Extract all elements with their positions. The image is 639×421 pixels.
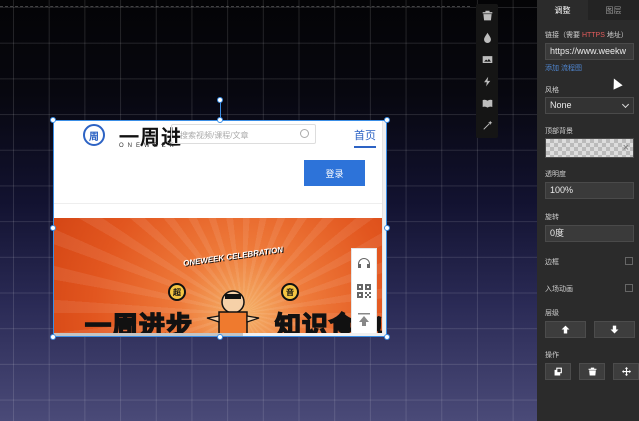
trash-icon [588, 367, 596, 376]
rotate-label: 旋转 [545, 214, 559, 221]
entry-animation-label: 入场动画 [545, 286, 573, 293]
link-label: 链接（需要 HTTPS 地址） [545, 30, 628, 40]
image-icon[interactable] [476, 48, 498, 70]
center-button[interactable] [613, 363, 639, 380]
opacity-label: 透明度 [545, 171, 566, 178]
top-background-picker[interactable]: × [545, 138, 634, 158]
layer-buttons [545, 321, 635, 338]
floating-service-bar [351, 248, 377, 334]
qrcode-icon[interactable] [356, 283, 372, 299]
search-icon[interactable] [300, 129, 309, 138]
site-banner[interactable]: ONEWEEK CELEBRATION 超 音 一周进步 知识食地 [53, 218, 383, 334]
site-logo-subtitle: ONEWEEK [119, 143, 178, 149]
ops-buttons [545, 363, 639, 380]
resize-handle-w[interactable] [50, 225, 56, 231]
mascot-illustration [206, 290, 260, 334]
resize-handle-nw[interactable] [50, 117, 56, 123]
opacity-input[interactable]: 100% [545, 182, 634, 199]
link-label-suffix: 地址） [604, 32, 628, 39]
layer-up-button[interactable] [545, 321, 586, 338]
copy-icon [554, 367, 562, 376]
banner-badge-left: 超 [168, 283, 186, 301]
rotate-input[interactable]: 0度 [545, 225, 634, 242]
flash-icon[interactable] [476, 70, 498, 92]
link-label-prefix: 链接（需要 [545, 32, 582, 39]
resize-handle-sw[interactable] [50, 334, 56, 340]
link-help[interactable]: 添加 流程图 [545, 63, 582, 73]
resize-handle-s[interactable] [217, 334, 223, 340]
site-header: 周 一周进 ONEWEEK 搜索视频/课程/文章 首页 登录 [53, 120, 383, 204]
link-input[interactable]: https://www.weekw [545, 43, 634, 60]
border-label: 边框 [545, 259, 559, 266]
site-search-input[interactable]: 搜索视频/课程/文章 [171, 124, 316, 144]
arrow-down-icon [610, 325, 619, 334]
resize-handle-n[interactable] [217, 117, 223, 123]
login-button[interactable]: 登录 [304, 160, 365, 186]
duplicate-button[interactable] [545, 363, 571, 380]
layer-label: 层级 [545, 310, 559, 317]
style-select-value: None [550, 100, 572, 110]
banner-badge-right: 音 [281, 283, 299, 301]
tab-adjust[interactable]: 调整 [537, 0, 588, 20]
resize-handle-e[interactable] [384, 225, 390, 231]
element-toolbar [476, 4, 498, 138]
arrow-up-icon [561, 325, 570, 334]
tab-layers[interactable]: 图层 [588, 0, 639, 20]
trash-icon[interactable] [476, 4, 498, 26]
ops-label: 操作 [545, 352, 559, 359]
top-background-label: 顶部背景 [545, 128, 573, 135]
link-label-https: HTTPS [581, 32, 605, 39]
editor-canvas[interactable]: 周 一周进 ONEWEEK 搜索视频/课程/文章 首页 登录 ONEWEEK C… [0, 0, 537, 421]
resize-handle-se[interactable] [384, 334, 390, 340]
properties-panel: 调整 图层 链接（需要 HTTPS 地址） https://www.weekw … [537, 0, 639, 421]
horizontal-scroll-thumb[interactable] [53, 333, 243, 337]
style-select[interactable]: None [545, 97, 634, 114]
drop-icon[interactable] [476, 26, 498, 48]
embedded-webpage[interactable]: 周 一周进 ONEWEEK 搜索视频/课程/文章 首页 登录 ONEWEEK C… [53, 120, 387, 337]
banner-title-left: 一周进步 [84, 310, 194, 334]
border-checkbox[interactable] [625, 257, 633, 265]
entry-animation-checkbox[interactable] [625, 284, 633, 292]
book-icon[interactable] [476, 92, 498, 114]
back-to-top-icon[interactable] [356, 311, 372, 327]
site-logo-icon[interactable]: 周 [83, 124, 105, 146]
close-icon[interactable]: × [623, 142, 629, 154]
headset-icon[interactable] [356, 255, 372, 271]
rotate-handle[interactable] [217, 97, 223, 103]
guide-line [0, 6, 470, 7]
nav-home-link[interactable]: 首页 [354, 127, 376, 148]
delete-button[interactable] [579, 363, 605, 380]
style-label: 风格 [545, 87, 559, 94]
site-search-placeholder: 搜索视频/课程/文章 [180, 131, 249, 140]
move-icon [621, 367, 631, 376]
chevron-down-icon [621, 100, 630, 109]
layer-down-button[interactable] [594, 321, 635, 338]
panel-tabs: 调整 图层 [537, 0, 639, 20]
resize-handle-ne[interactable] [384, 117, 390, 123]
magic-wand-icon[interactable] [476, 114, 498, 136]
